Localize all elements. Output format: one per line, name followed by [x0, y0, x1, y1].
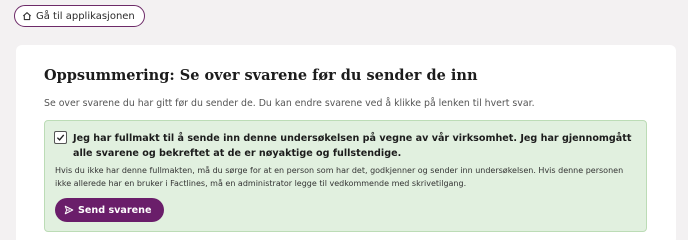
intro-text: Se over svarene du har gitt før du sende…: [44, 98, 535, 109]
authorization-label[interactable]: Jeg har fullmakt til å sende inn denne u…: [73, 131, 638, 161]
send-button-label: Send svarene: [78, 204, 152, 216]
back-to-application-button[interactable]: Gå til applikasjonen: [14, 5, 145, 27]
authorization-help-text: Hvis du ikke har denne fullmakten, må du…: [55, 166, 624, 188]
summary-card: Oppsummering: Se over svarene før du sen…: [16, 45, 676, 240]
back-button-label: Gå til applikasjonen: [36, 10, 135, 22]
confirmation-panel: Jeg har fullmakt til å sende inn denne u…: [44, 120, 647, 232]
page-title: Oppsummering: Se over svarene før du sen…: [44, 67, 478, 84]
checkmark-icon: [56, 134, 65, 141]
home-icon: [22, 11, 32, 21]
authorization-checkbox[interactable]: [54, 131, 67, 144]
send-icon: [64, 205, 74, 215]
send-answers-button[interactable]: Send svarene: [55, 198, 165, 222]
